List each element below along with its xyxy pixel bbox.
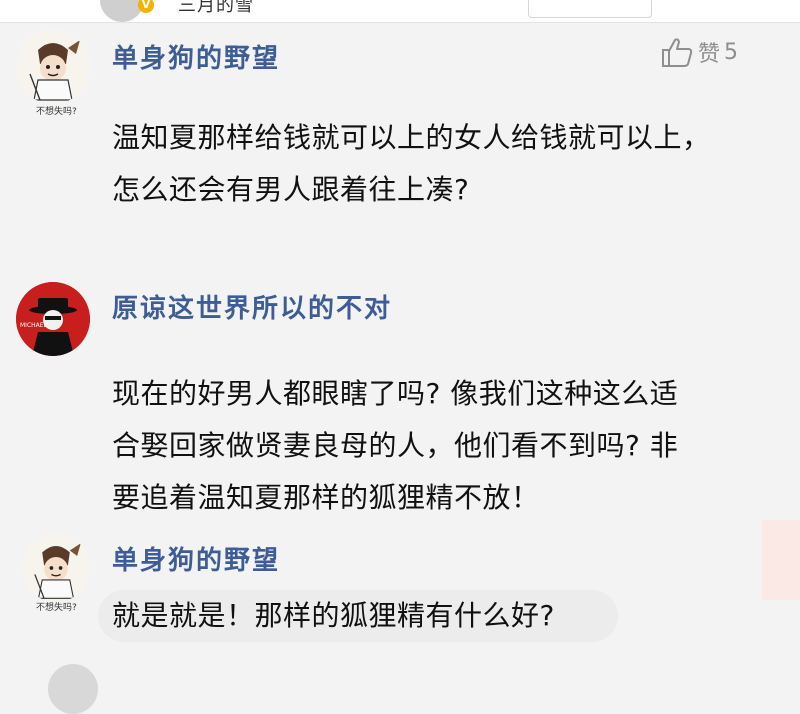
avatar-caption: 不想失吗?: [36, 107, 77, 117]
like-button[interactable]: 赞 5: [660, 36, 738, 68]
thumbs-up-icon: [662, 38, 693, 67]
comment-text: 现在的好男人都眼瞎了吗? 像我们这种这么适 合娶回家做贤妻良母的人，他们看不到吗…: [112, 368, 678, 524]
cartoon-avatar-icon: [16, 30, 90, 104]
comment-line: 怎么还会有男人跟着往上凑?: [112, 173, 470, 206]
comment-text: 温知夏那样给钱就可以上的女人给钱就可以上， 怎么还会有男人跟着往上凑?: [112, 112, 711, 216]
username[interactable]: 原谅这世界所以的不对: [112, 288, 392, 325]
avatar[interactable]: MICHAEL: [16, 282, 90, 356]
avatar-logo-text: MICHAEL: [20, 322, 48, 329]
avatar[interactable]: [22, 534, 90, 602]
comment-text: 就是就是！那样的狐狸精有什么好?: [112, 590, 555, 642]
cartoon-avatar-icon: [22, 534, 90, 602]
username[interactable]: 单身狗的野望: [112, 540, 280, 577]
username[interactable]: 三月的雪: [178, 0, 254, 17]
avatar[interactable]: [16, 30, 90, 104]
v-badge-icon: V: [138, 0, 154, 13]
like-label: 赞: [698, 42, 721, 67]
comment-line: 现在的好男人都眼瞎了吗? 像我们这种这么适: [112, 377, 679, 410]
top-comment-header: V 三月的雪: [0, 0, 800, 23]
avatar[interactable]: [48, 664, 98, 714]
hat-figure-avatar-icon: MICHAEL: [16, 282, 90, 356]
like-count: 5: [724, 39, 739, 65]
comment-line: 就是就是！那样的狐狸精有什么好?: [112, 599, 555, 632]
comment-line: 合娶回家做贤妻良母的人，他们看不到吗? 非: [112, 429, 679, 462]
comment-line: 要追着温知夏那样的狐狸精不放！: [112, 481, 540, 514]
username[interactable]: 单身狗的野望: [112, 38, 280, 75]
comment-line: 温知夏那样给钱就可以上的女人给钱就可以上，: [112, 121, 711, 154]
avatar-caption: 不想失吗?: [36, 603, 77, 613]
edge-decoration: [762, 520, 800, 600]
follow-button[interactable]: [528, 0, 652, 18]
